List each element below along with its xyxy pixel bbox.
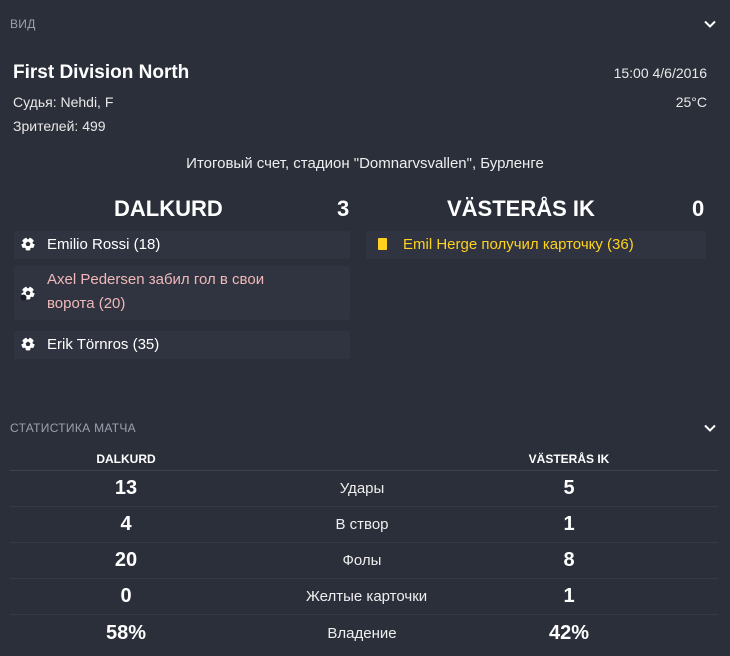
- home-event-text: Erik Törnros (35): [47, 336, 160, 353]
- referee-label: Судья: Nehdi, F: [13, 94, 114, 110]
- stat-label: Владение: [327, 624, 397, 642]
- stats-section-header[interactable]: СТАТИСТИКА МАТЧА: [0, 410, 730, 446]
- home-event-own-goal-text: Axel Pedersen забил гол в свои ворота (2…: [47, 268, 264, 316]
- stat-home-value: 4: [120, 513, 132, 535]
- stat-away-value: 1: [563, 513, 575, 535]
- table-row: 4 В створ 1: [10, 507, 718, 543]
- home-event-goal: Erik Törnros (35): [14, 331, 350, 359]
- away-score: 0: [692, 196, 705, 221]
- overview-section-header[interactable]: ВИД: [0, 6, 730, 42]
- soccer-ball-icon: [20, 236, 36, 252]
- home-event-own-goal: Axel Pedersen забил гол в свои ворота (2…: [14, 266, 350, 320]
- stats-table: DALKURD VÄSTERÅS IK 13 Удары 5 4 В створ…: [10, 448, 718, 651]
- home-event-text: Emilio Rossi (18): [47, 236, 161, 253]
- yellow-card-icon: [374, 236, 390, 252]
- venue-line: Итоговый счет, стадион "Domnarvsvallen",…: [186, 155, 544, 172]
- stat-label: Фолы: [342, 552, 382, 569]
- away-event-text: Emil Herge получил карточку (36): [403, 236, 634, 253]
- table-row: 20 Фолы 8: [10, 543, 718, 579]
- soccer-ball-icon: [20, 336, 36, 352]
- chevron-down-icon[interactable]: [702, 420, 718, 436]
- table-row: 58% Владение 42%: [10, 615, 718, 651]
- stats-away-header[interactable]: VÄSTERÅS IK: [458, 452, 680, 466]
- match-datetime: 15:00 4/6/2016: [613, 65, 707, 81]
- home-team-name[interactable]: DALKURD: [114, 196, 223, 222]
- stat-home-value: 13: [114, 477, 138, 499]
- away-team-name[interactable]: VÄSTERÅS IK: [447, 196, 595, 222]
- competition-title: First Division North: [13, 62, 190, 83]
- stat-away-value: 8: [563, 549, 575, 571]
- chevron-down-icon[interactable]: [702, 16, 718, 32]
- stats-section-title: СТАТИСТИКА МАТЧА: [10, 421, 136, 435]
- own-goal-ball-icon: [20, 285, 36, 301]
- attendance-label: Зрителей: 499: [13, 118, 106, 134]
- stats-home-header[interactable]: DALKURD: [10, 452, 242, 466]
- stat-home-value: 20: [114, 549, 138, 571]
- home-event-goal: Emilio Rossi (18): [14, 231, 350, 259]
- stats-table-header: DALKURD VÄSTERÅS IK: [10, 448, 718, 471]
- own-goal-text-line1: Axel Pedersen забил гол в свои: [47, 271, 265, 288]
- stat-home-value: 0: [120, 585, 132, 607]
- stat-home-value: 58%: [105, 621, 147, 644]
- temperature: 25°C: [675, 94, 707, 110]
- table-row: 0 Желтые карточки 1: [10, 579, 718, 615]
- stat-label: Желтые карточки: [306, 588, 428, 605]
- stat-label: В створ: [335, 516, 389, 533]
- stat-away-value: 1: [563, 585, 575, 607]
- stat-label: Удары: [339, 480, 385, 497]
- stat-away-value: 42%: [548, 621, 590, 644]
- own-goal-text-line2: ворота (20): [47, 295, 126, 312]
- stat-away-value: 5: [563, 477, 575, 499]
- home-score: 3: [337, 196, 350, 221]
- table-row: 13 Удары 5: [10, 471, 718, 507]
- overview-section-title: ВИД: [10, 17, 36, 31]
- away-event-yellow-card: Emil Herge получил карточку (36): [366, 231, 706, 259]
